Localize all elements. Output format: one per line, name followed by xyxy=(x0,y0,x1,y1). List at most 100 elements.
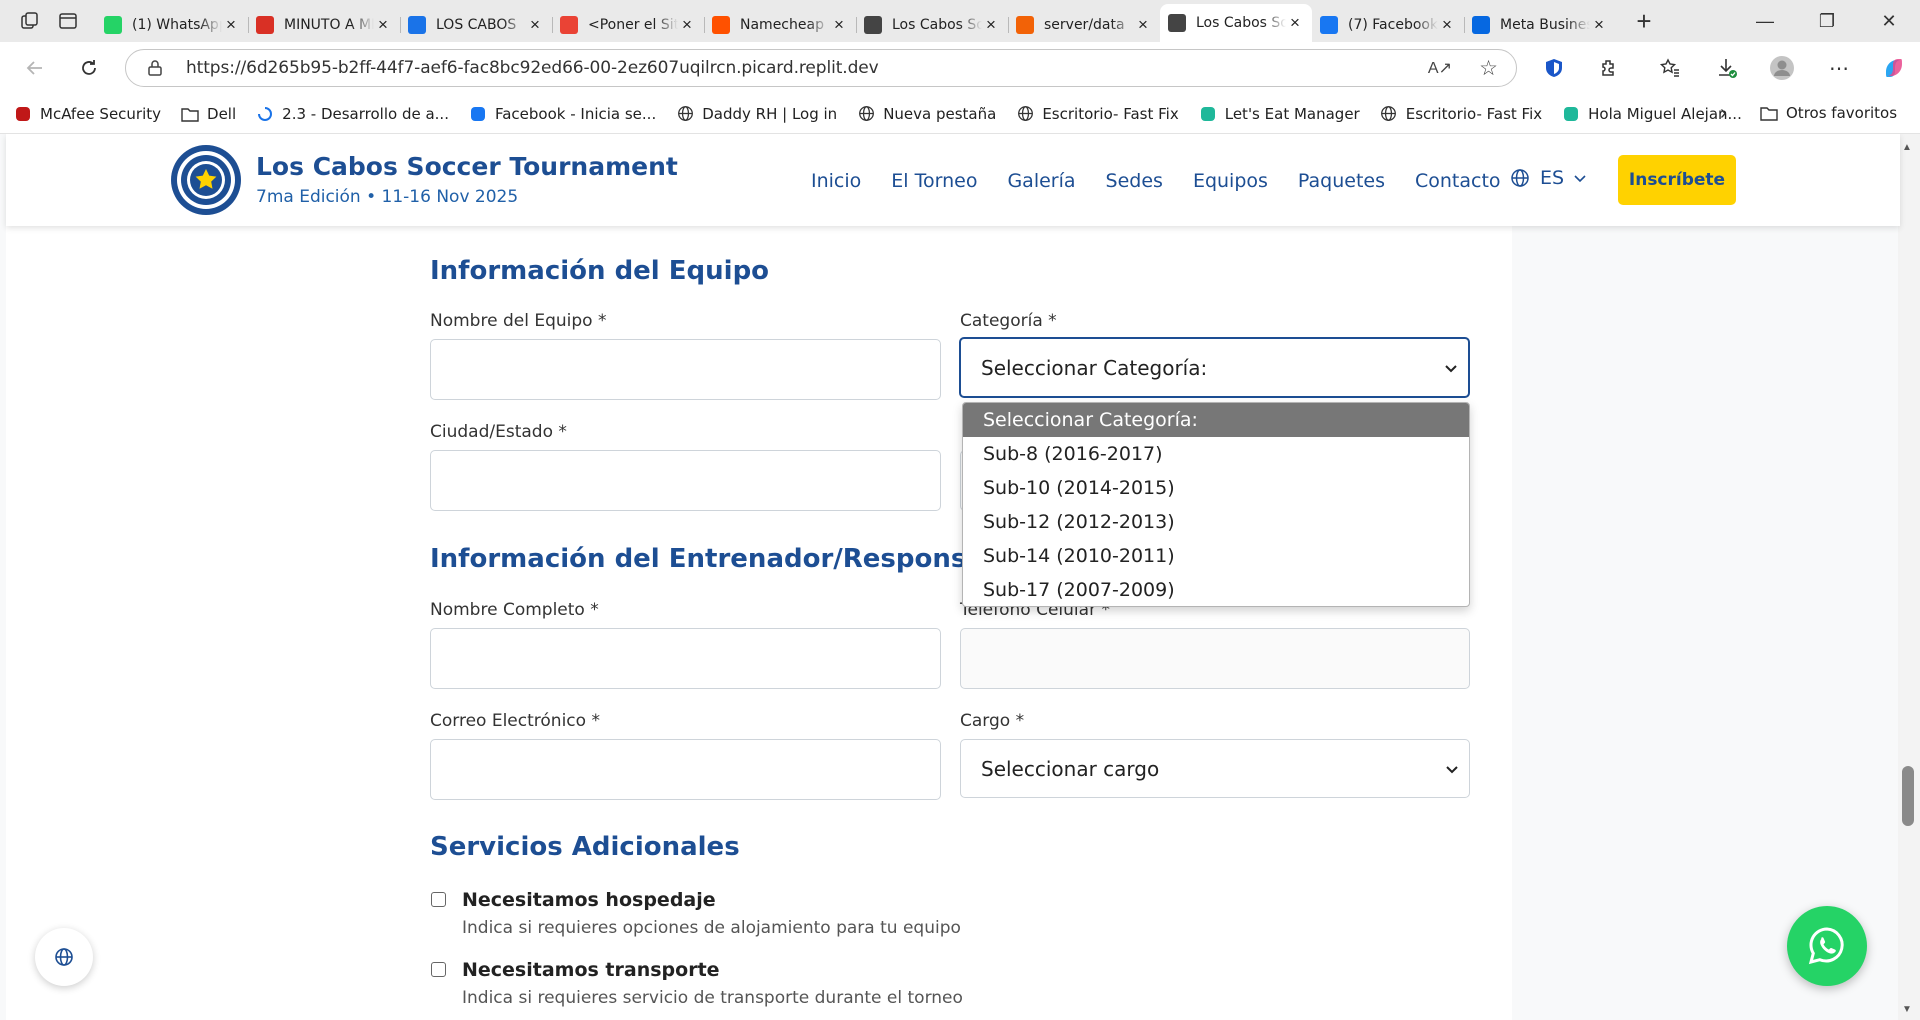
category-option[interactable]: Sub-17 (2007-2009) xyxy=(963,573,1469,606)
close-tab-icon[interactable]: × xyxy=(678,15,696,35)
browser-tab[interactable]: Los Cabos Soccer× xyxy=(856,8,1008,42)
copilot-icon[interactable] xyxy=(1877,51,1911,85)
bookmark-item[interactable]: Hola Miguel Alejan... xyxy=(1562,105,1742,123)
bookmark-item[interactable]: Dell xyxy=(181,105,236,123)
site-title[interactable]: Los Cabos Soccer Tournament xyxy=(256,152,678,181)
bookmark-item[interactable]: Daddy RH | Log in xyxy=(676,105,837,123)
role-select[interactable]: Seleccionar cargo xyxy=(960,739,1470,798)
services-section-title: Servicios Adicionales xyxy=(430,832,740,862)
category-select[interactable]: Seleccionar Categoría: xyxy=(959,337,1470,398)
browser-tab[interactable]: server/data × xyxy=(1008,8,1160,42)
scroll-down-arrow-icon[interactable]: ▼ xyxy=(1902,1004,1912,1015)
site-info-icon[interactable] xyxy=(146,59,164,82)
other-favorites[interactable]: Otros favoritos xyxy=(1760,104,1897,122)
city-input[interactable] xyxy=(430,450,941,511)
scrollbar-thumb[interactable] xyxy=(1902,766,1914,826)
category-option[interactable]: Sub-8 (2016-2017) xyxy=(963,437,1469,471)
bookmark-label: Daddy RH | Log in xyxy=(702,104,838,123)
nav-link-equipos[interactable]: Equipos xyxy=(1193,170,1268,192)
close-tab-icon[interactable]: × xyxy=(222,15,240,35)
favorites-icon[interactable] xyxy=(1653,51,1687,85)
window-controls: — ❐ ✕ xyxy=(1734,0,1920,42)
category-option[interactable]: Sub-10 (2014-2015) xyxy=(963,471,1469,505)
bookmark-item[interactable]: McAfee Security xyxy=(14,105,161,123)
nav-link-contacto[interactable]: Contacto xyxy=(1415,170,1501,192)
whatsapp-icon xyxy=(1808,927,1844,965)
whatsapp-chat-button[interactable] xyxy=(1787,906,1867,986)
nav-link-el-torneo[interactable]: El Torneo xyxy=(891,170,977,192)
category-option[interactable]: Sub-12 (2012-2013) xyxy=(963,505,1469,539)
browser-tab[interactable]: Namecheap × xyxy=(704,8,856,42)
browser-tab-title: Los Cabos Soccer xyxy=(892,17,982,33)
close-tab-icon[interactable]: × xyxy=(1134,15,1152,35)
browser-tab[interactable]: Los Cabos Soccer× xyxy=(1160,4,1312,42)
bookmark-item[interactable]: 2.3 - Desarrollo de a... xyxy=(256,105,449,123)
settings-more-icon[interactable]: ⋯ xyxy=(1822,51,1856,85)
chevron-right-icon[interactable]: › xyxy=(1720,102,1727,125)
lodging-checkbox[interactable] xyxy=(431,892,446,907)
register-button[interactable]: Inscríbete xyxy=(1618,155,1736,205)
full-name-input[interactable] xyxy=(430,628,941,689)
favorite-star-icon[interactable]: ☆ xyxy=(1479,56,1498,81)
page-scrollbar[interactable] xyxy=(1898,134,1920,1020)
close-tab-icon[interactable]: × xyxy=(830,15,848,35)
category-option[interactable]: Sub-14 (2010-2011) xyxy=(963,539,1469,573)
read-aloud-icon[interactable]: A↗ xyxy=(1428,58,1452,78)
url-bar[interactable]: https://6d265b95-b2ff-44f7-aef6-fac8bc92… xyxy=(125,49,1517,87)
refresh-icon[interactable] xyxy=(69,50,109,86)
browser-tab[interactable]: <Poner el Sitio× xyxy=(552,8,704,42)
role-select-value: Seleccionar cargo xyxy=(981,756,1160,781)
browser-tab[interactable]: MINUTO A MINUTO× xyxy=(248,8,400,42)
browser-tab[interactable]: (7) Facebook × xyxy=(1312,8,1464,42)
close-tab-icon[interactable]: × xyxy=(982,15,1000,35)
close-tab-icon[interactable]: × xyxy=(374,15,392,35)
close-tab-icon[interactable]: × xyxy=(1590,15,1608,35)
downloads-icon[interactable] xyxy=(1710,51,1744,85)
url-text: https://6d265b95-b2ff-44f7-aef6-fac8bc92… xyxy=(186,58,879,78)
browser-tab[interactable]: (1) WhatsApp × xyxy=(96,8,248,42)
bookmark-item[interactable]: Facebook - Inicia se... xyxy=(469,105,656,123)
close-window-icon[interactable]: ✕ xyxy=(1858,0,1920,42)
profile-avatar-icon[interactable] xyxy=(1765,51,1799,85)
tournament-logo[interactable] xyxy=(170,144,242,216)
mcafee-icon xyxy=(14,105,32,123)
transport-title: Necesitamos transporte xyxy=(462,959,720,981)
email-input[interactable] xyxy=(430,739,941,800)
bookmark-item[interactable]: Let's Eat Manager xyxy=(1199,105,1360,123)
transport-checkbox[interactable] xyxy=(431,962,446,977)
bookmark-item[interactable]: Nueva pestaña xyxy=(857,105,996,123)
shield-icon[interactable] xyxy=(1537,51,1571,85)
minimize-icon[interactable]: — xyxy=(1734,0,1796,42)
language-selector[interactable]: ES xyxy=(1510,167,1588,189)
lodging-description: Indica si requieres opciones de alojamie… xyxy=(462,918,961,938)
folder-icon xyxy=(181,105,199,123)
main-nav: Inicio El Torneo Galería Sedes Equipos Paquet… xyxy=(811,170,1531,192)
browser-tab[interactable]: Meta Business× xyxy=(1464,8,1616,42)
close-tab-icon[interactable]: × xyxy=(526,15,544,35)
extensions-icon[interactable] xyxy=(1592,51,1626,85)
bookmark-item[interactable]: Escritorio- Fast Fix xyxy=(1016,105,1179,123)
scroll-up-arrow-icon[interactable]: ▲ xyxy=(1902,142,1912,153)
new-tab-button[interactable]: + xyxy=(1624,6,1664,37)
back-icon[interactable] xyxy=(15,50,55,86)
close-tab-icon[interactable]: × xyxy=(1438,15,1456,35)
workspaces-icon[interactable] xyxy=(12,6,48,36)
nav-link-paquetes[interactable]: Paquetes xyxy=(1298,170,1385,192)
browser-tab[interactable]: LOS CABOS × xyxy=(400,8,552,42)
restore-icon[interactable]: ❐ xyxy=(1796,0,1858,42)
nav-link-galer-a[interactable]: Galería xyxy=(1007,170,1075,192)
whatsapp-icon xyxy=(104,16,122,34)
bookmark-item[interactable]: Escritorio- Fast Fix xyxy=(1380,105,1542,123)
nav-link-sedes[interactable]: Sedes xyxy=(1106,170,1163,192)
team-name-input[interactable] xyxy=(430,339,941,400)
language-fab[interactable] xyxy=(35,928,93,986)
full-name-label: Nombre Completo * xyxy=(430,600,599,620)
phone-input[interactable] xyxy=(960,628,1470,689)
category-option[interactable]: Seleccionar Categoría: xyxy=(963,403,1469,437)
language-code: ES xyxy=(1540,167,1565,189)
nav-link-inicio[interactable]: Inicio xyxy=(811,170,861,192)
close-tab-icon[interactable]: × xyxy=(1286,13,1304,33)
chevron-down-icon xyxy=(1574,175,1586,183)
loading-icon xyxy=(256,105,274,123)
tab-actions-icon[interactable] xyxy=(50,6,86,36)
